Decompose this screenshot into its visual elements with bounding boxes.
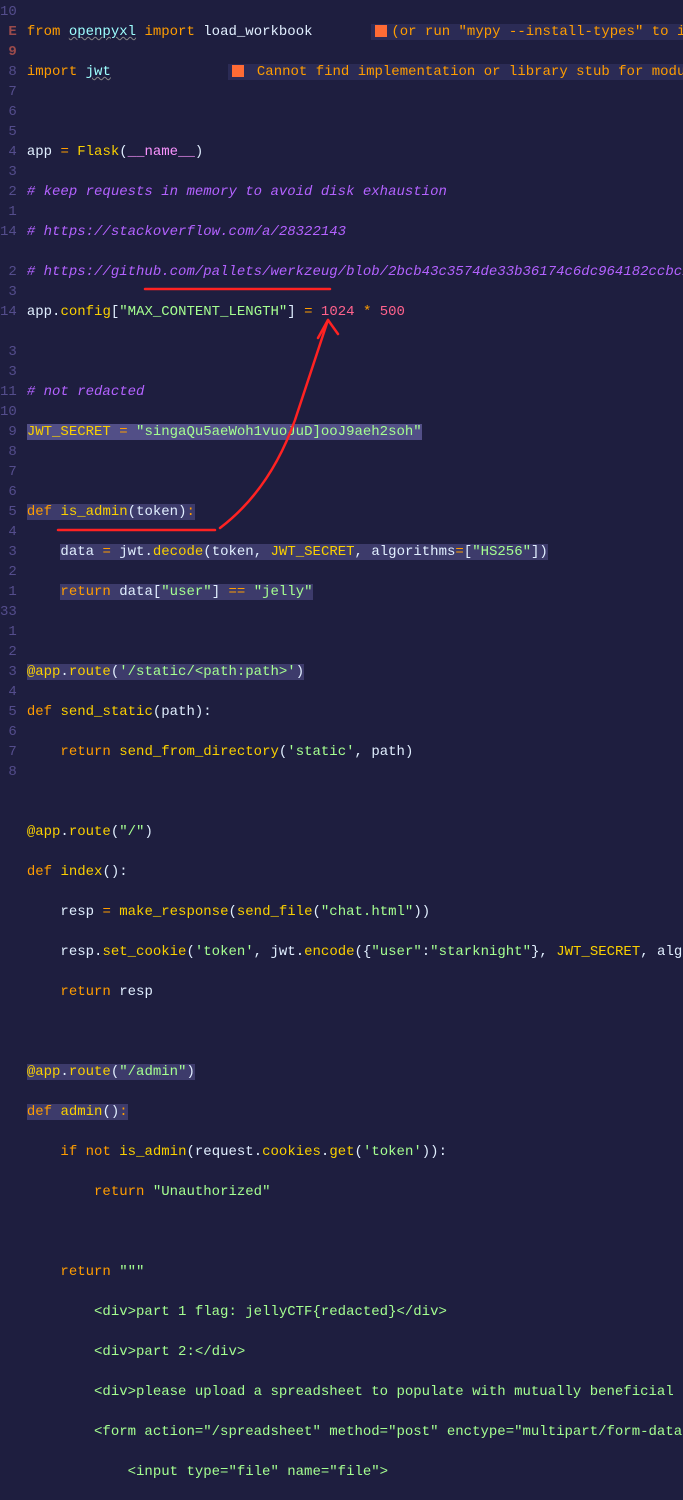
- import-target: load_workbook: [203, 24, 312, 40]
- comment: # keep requests in memory to avoid disk …: [27, 184, 447, 200]
- line-number: 3: [0, 282, 17, 302]
- line-number: 33: [0, 602, 17, 622]
- flask-call: Flask: [77, 144, 119, 160]
- line-number: 3: [0, 342, 17, 362]
- line-number: 7: [0, 742, 17, 762]
- line-number: 6: [0, 482, 17, 502]
- line-number-gutter: 10E 987654321142314331110987654321331234…: [0, 0, 27, 750]
- code-editor[interactable]: 10E 987654321142314331110987654321331234…: [0, 0, 683, 750]
- code-area[interactable]: from openpyxl import load_workbook (or r…: [27, 0, 683, 750]
- html-literal: <div>part 2:</div>: [27, 1344, 245, 1360]
- line-number: 11: [0, 382, 17, 402]
- kw-import: import: [144, 24, 194, 40]
- line-number: 1: [0, 622, 17, 642]
- line-number: [0, 242, 17, 262]
- line-number: 4: [0, 682, 17, 702]
- line-number: 5: [0, 702, 17, 722]
- line-number: 10: [0, 2, 17, 22]
- line-number: 7: [0, 82, 17, 102]
- line-number: 4: [0, 522, 17, 542]
- line-number: 1: [0, 582, 17, 602]
- line-number: 2: [0, 262, 17, 282]
- fn-admin: admin: [60, 1104, 102, 1120]
- html-literal: <form action="/spreadsheet" method="post…: [27, 1424, 682, 1440]
- fn-send-static: send_static: [60, 704, 152, 720]
- diagnostic-mypy: (or run "mypy --install-types" to inst: [371, 24, 683, 40]
- comment: # https://github.com/pallets/werkzeug/bl…: [27, 264, 683, 280]
- html-literal: <input type="file" name="file">: [27, 1464, 388, 1480]
- line-number: 3: [0, 362, 17, 382]
- line-number: 10: [0, 402, 17, 422]
- line-number: 2: [0, 642, 17, 662]
- comment: # not redacted: [27, 384, 145, 400]
- line-number: 6: [0, 722, 17, 742]
- fn-index: index: [60, 864, 102, 880]
- jwt-secret-name: JWT_SECRET: [27, 424, 111, 440]
- line-number: 2: [0, 182, 17, 202]
- line-number: 4: [0, 142, 17, 162]
- line-number: 8: [0, 62, 17, 82]
- comment: # https://stackoverflow.com/a/28322143: [27, 224, 346, 240]
- module-openpyxl: openpyxl: [69, 24, 136, 40]
- var-app: app: [27, 144, 52, 160]
- html-literal: <div>please upload a spreadsheet to popu…: [27, 1384, 683, 1400]
- line-number: [0, 322, 17, 342]
- line-number: 3: [0, 662, 17, 682]
- warning-icon: [375, 25, 387, 37]
- line-number: 14: [0, 302, 17, 322]
- line-number: E 9: [0, 22, 17, 42]
- kw-from: from: [27, 24, 61, 40]
- admin-route: "/admin": [119, 1064, 186, 1080]
- line-number: 5: [0, 122, 17, 142]
- fn-is-admin: is_admin: [60, 504, 127, 520]
- line-number: 3: [0, 162, 17, 182]
- line-number: 2: [0, 562, 17, 582]
- diagnostic-jwt: Cannot find implementation or library st…: [228, 64, 683, 80]
- line-number: 1: [0, 202, 17, 222]
- line-number: 9: [0, 422, 17, 442]
- module-jwt: jwt: [86, 64, 111, 80]
- line-number: 7: [0, 462, 17, 482]
- line-number: 8: [0, 762, 17, 782]
- warning-icon-2: [232, 65, 244, 77]
- line-number: 14: [0, 222, 17, 242]
- jwt-secret-value: "singaQu5aeWoh1vuoJuD]ooJ9aeh2soh": [136, 424, 422, 440]
- kw-import2: import: [27, 64, 77, 80]
- html-literal: <div>part 1 flag: jellyCTF{redacted}</di…: [27, 1304, 447, 1320]
- line-number: 5: [0, 502, 17, 522]
- line-number: 6: [0, 102, 17, 122]
- line-number: 3: [0, 542, 17, 562]
- line-number: 8: [0, 442, 17, 462]
